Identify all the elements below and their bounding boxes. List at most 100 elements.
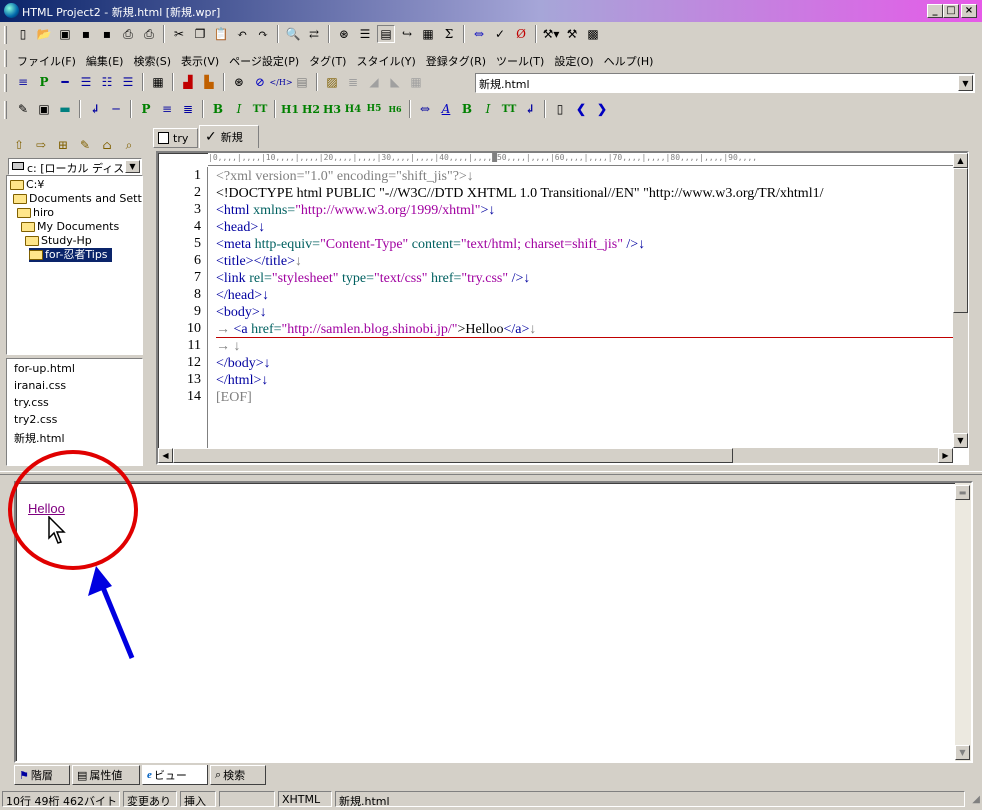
notes-icon[interactable]: ▨ <box>323 73 341 91</box>
sigma-icon[interactable]: Σ <box>440 25 458 43</box>
italic2-button[interactable]: I <box>479 100 497 118</box>
chevron-down-icon[interactable]: ▼ <box>958 75 973 91</box>
html-tag-icon[interactable]: </H> <box>269 73 292 91</box>
comment-icon[interactable]: ▤ <box>293 73 311 91</box>
replace-icon[interactable]: ⇄ <box>305 25 323 43</box>
menu-view[interactable]: 表示(V) <box>181 49 219 69</box>
maximize-button[interactable]: □ <box>943 4 959 18</box>
ordered-list-icon[interactable]: ☷ <box>98 73 116 91</box>
font-color-icon[interactable]: A <box>437 100 455 118</box>
document-icon[interactable]: ▦ <box>419 25 437 43</box>
hscroll-thumb[interactable] <box>173 448 733 463</box>
paste-icon[interactable]: 📋 <box>212 25 230 43</box>
tree-node-documents[interactable]: Documents and Setti <box>13 192 142 206</box>
code-editor[interactable]: |0,,,,|,,,,|10,,,,|,,,,|20,,,,|,,,,|30,,… <box>156 151 969 465</box>
menu-tools[interactable]: ツール(T) <box>496 49 544 69</box>
menu-tag[interactable]: タグ(T) <box>309 49 346 69</box>
form-icon[interactable]: ▟ <box>179 73 197 91</box>
italic-button[interactable]: I <box>230 100 248 118</box>
tab-view[interactable]: e ビュー <box>142 765 208 785</box>
tree-node-hiro[interactable]: hiro <box>17 206 54 220</box>
cut-icon[interactable]: ✂ <box>170 25 188 43</box>
hr-icon[interactable]: ━ <box>56 73 74 91</box>
new-folder-icon[interactable]: ⊞ <box>54 136 72 154</box>
scroll-down-icon[interactable]: ▼ <box>953 433 968 448</box>
undo-icon[interactable]: ↶ <box>233 25 251 43</box>
minimize-button[interactable]: _ <box>927 4 943 18</box>
save-icon[interactable]: ▪ <box>77 25 95 43</box>
h4-button[interactable]: H4 <box>344 100 362 118</box>
wrap-icon[interactable]: ↪ <box>398 25 416 43</box>
open-folder2-icon[interactable]: ⌂ <box>98 136 116 154</box>
menu-settings[interactable]: 設定(O) <box>554 49 593 69</box>
menu-registered-tag[interactable]: 登録タグ(R) <box>426 49 486 69</box>
new-file-icon[interactable]: ▯ <box>14 25 32 43</box>
table-icon[interactable]: ▦ <box>149 73 167 91</box>
image-icon[interactable]: ▬ <box>56 100 74 118</box>
drive-chevron-down-icon[interactable]: ▼ <box>125 160 140 173</box>
browser-icon[interactable]: ⊛ <box>335 25 353 43</box>
definition-list-icon[interactable]: ☰ <box>119 73 137 91</box>
teletype-button[interactable]: TT <box>251 100 269 118</box>
br-icon[interactable]: ↲ <box>86 100 104 118</box>
scroll-up-icon[interactable]: ▲ <box>953 153 968 168</box>
menu-style[interactable]: スタイル(Y) <box>356 49 415 69</box>
h2-button[interactable]: H2 <box>302 100 320 118</box>
h6-button[interactable]: H6 <box>386 100 404 118</box>
tab-hierarchy[interactable]: ⚑ 階層 <box>14 765 70 785</box>
tree-node-c[interactable]: C:¥ <box>10 178 44 192</box>
menu-page-setup[interactable]: ページ設定(P) <box>229 49 299 69</box>
close-button[interactable]: × <box>961 4 977 18</box>
center-icon[interactable]: ≡ <box>158 100 176 118</box>
tree-node-study-hp[interactable]: Study-Hp <box>25 234 92 248</box>
search-folder-icon[interactable]: ⌕ <box>120 136 138 154</box>
unlink-icon[interactable]: ⊘ <box>251 73 269 91</box>
menu-file[interactable]: ファイル(F) <box>17 49 76 69</box>
tab-search[interactable]: ⌕ 検索 <box>210 765 266 785</box>
anchor-icon[interactable]: ⊛ <box>230 73 248 91</box>
validate-icon[interactable]: Ø <box>512 25 530 43</box>
preview-scroll-down-icon[interactable]: ▼ <box>955 745 970 760</box>
file-select-combo[interactable]: 新規.html ▼ <box>475 73 975 93</box>
edit-folder-icon[interactable]: ✎ <box>76 136 94 154</box>
page-icon[interactable]: ▣ <box>35 100 53 118</box>
menu-help[interactable]: ヘルプ(H) <box>604 49 654 69</box>
title-bar[interactable]: HTML Project2 - 新規.html [新規.wpr] _ □ × <box>0 0 982 22</box>
h1-button[interactable]: H1 <box>281 100 299 118</box>
copy-icon[interactable]: ❐ <box>191 25 209 43</box>
tools-icon[interactable]: ⚒ <box>563 25 581 43</box>
drive-select[interactable]: c: [ローカル ディス ▼ <box>8 158 142 175</box>
file-item[interactable]: try.css <box>14 396 49 409</box>
open-project-icon[interactable]: ▣ <box>56 25 74 43</box>
save-all-icon[interactable]: ▪ <box>98 25 116 43</box>
paragraph-icon[interactable]: P <box>35 73 53 91</box>
bold2-button[interactable]: B <box>458 100 476 118</box>
chevron-left-icon[interactable]: ❮ <box>572 100 590 118</box>
link-check-icon[interactable]: ⇔ <box>470 25 488 43</box>
tab-attributes[interactable]: ▤ 属性値 <box>72 765 140 785</box>
right-align-icon[interactable]: ≣ <box>179 100 197 118</box>
h3-button[interactable]: H3 <box>323 100 341 118</box>
print-preview-icon[interactable]: ⎙ <box>140 25 158 43</box>
hr-line-icon[interactable]: ─ <box>107 100 125 118</box>
scroll-thumb[interactable] <box>953 168 968 313</box>
scroll-right-icon[interactable]: ▶ <box>938 448 953 463</box>
split-view-icon[interactable]: ☰ <box>356 25 374 43</box>
note-icon[interactable]: ▯ <box>551 100 569 118</box>
print-icon[interactable]: ⎙ <box>119 25 137 43</box>
p-tag-button[interactable]: P <box>137 100 155 118</box>
file-item[interactable]: try2.css <box>14 413 57 426</box>
tab-new[interactable]: ✓ 新規 <box>199 125 259 148</box>
preview-scroll-up-icon[interactable]: ▬ <box>955 485 970 500</box>
check-icon[interactable]: ✓ <box>491 25 509 43</box>
menu-search[interactable]: 検索(S) <box>133 49 171 69</box>
resize-grip-icon[interactable]: ◢ <box>972 794 980 805</box>
file-item[interactable]: iranai.css <box>14 379 66 392</box>
bold-button[interactable]: B <box>209 100 227 118</box>
form2-icon[interactable]: ▙ <box>200 73 218 91</box>
find-icon[interactable]: 🔍 <box>284 25 302 43</box>
width-icon[interactable]: ⇔ <box>416 100 434 118</box>
chevron-right-icon[interactable]: ❯ <box>593 100 611 118</box>
file-item[interactable]: for-up.html <box>14 362 75 375</box>
open-folder-icon[interactable]: 📂 <box>35 25 53 43</box>
